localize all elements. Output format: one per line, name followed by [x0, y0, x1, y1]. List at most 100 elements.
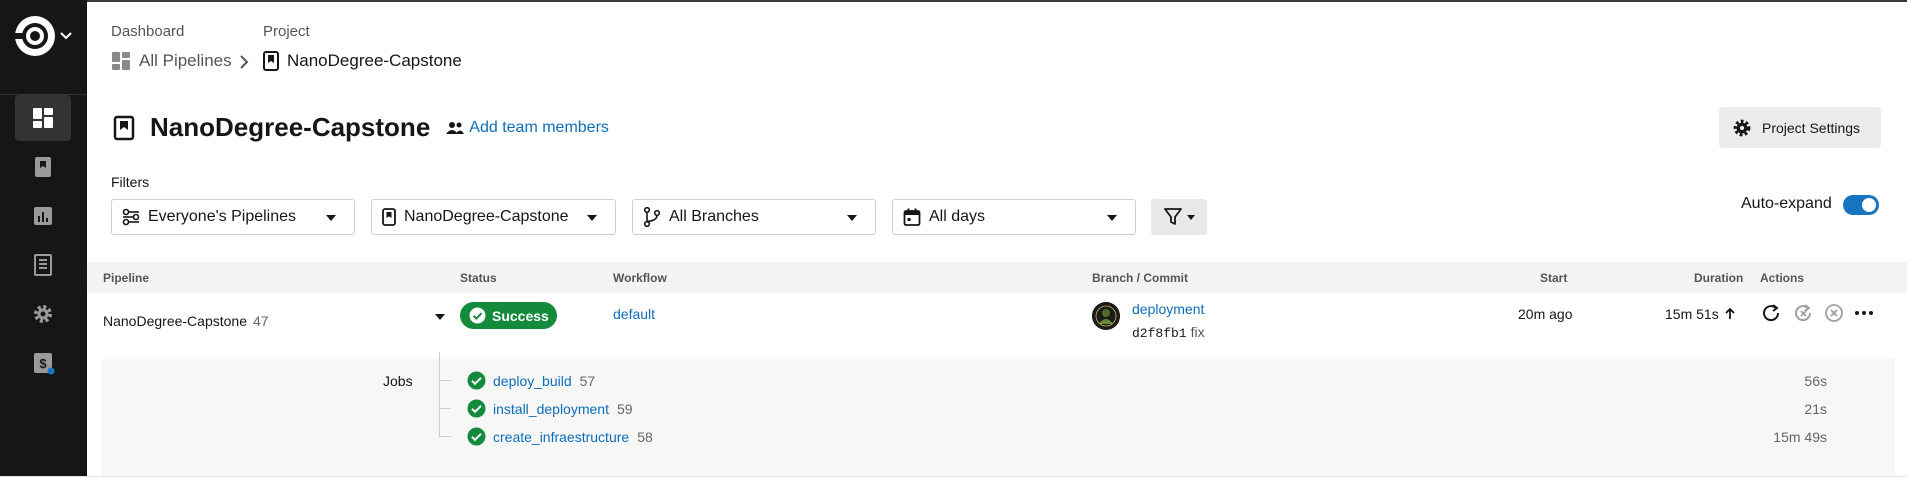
jobs-panel [102, 359, 1895, 477]
calendar-icon [903, 208, 921, 226]
tree-branch [439, 380, 451, 381]
project-filter-dropdown[interactable]: NanoDegree-Capstone [371, 199, 616, 235]
dashboard-icon [33, 108, 53, 128]
page-title: NanoDegree-Capstone [150, 112, 431, 142]
branches-filter-value: All Branches [669, 208, 759, 225]
pipelines-filter-value: Everyone's Pipelines [148, 208, 297, 225]
rerun-failed-icon [1795, 304, 1812, 322]
gear-icon [1733, 119, 1751, 136]
arrow-up-icon [1725, 308, 1735, 319]
sidebar: $ [0, 0, 87, 477]
sidebar-item-plan[interactable]: $ [15, 340, 71, 386]
cancel-icon [1825, 304, 1843, 322]
job-duration: 15m 49s [1773, 429, 1827, 445]
job-name: deploy_build [493, 372, 572, 389]
sidebar-item-dashboard[interactable] [15, 95, 71, 141]
sidebar-item-settings[interactable] [15, 291, 71, 337]
job-item[interactable]: deploy_build 57 [467, 371, 595, 390]
add-team-members-link[interactable]: Add team members [446, 119, 609, 137]
workflow-link[interactable]: default [613, 306, 655, 322]
project-icon [263, 51, 279, 71]
more-horizontal-icon [1855, 311, 1873, 315]
breadcrumb-project[interactable]: NanoDegree-Capstone [263, 51, 462, 71]
page-header: NanoDegree-Capstone Add team members [113, 112, 609, 143]
job-number: 57 [579, 372, 596, 389]
cancel-button[interactable] [1824, 303, 1844, 323]
rerun-button[interactable] [1760, 302, 1782, 324]
project-filter-icon [382, 208, 396, 226]
job-duration: 21s [1804, 401, 1827, 417]
col-duration: Duration [1694, 271, 1744, 285]
project-settings-button[interactable]: Project Settings [1719, 107, 1881, 148]
plan-icon: $ [34, 353, 55, 375]
docs-icon [34, 254, 52, 276]
branch-icon [643, 207, 661, 227]
col-actions: Actions [1760, 271, 1805, 285]
breadcrumb-all-pipelines-text: All Pipelines [139, 51, 232, 70]
table-header: Pipeline Status Workflow Branch / Commit… [87, 262, 1907, 293]
add-team-members-text: Add team members [469, 118, 609, 136]
breadcrumb-dashboard-label: Dashboard [111, 23, 185, 40]
breadcrumb-project-text: NanoDegree-Capstone [287, 51, 462, 70]
team-icon [446, 121, 465, 134]
job-number: 59 [616, 400, 633, 417]
funnel-icon [1164, 208, 1182, 225]
sidebar-item-docs[interactable] [15, 242, 71, 288]
sidebar-item-projects[interactable] [15, 144, 71, 190]
circleci-logo-icon[interactable] [14, 15, 56, 57]
chevron-down-icon [587, 215, 597, 221]
check-circle-icon [469, 307, 486, 324]
chevron-down-icon [326, 215, 336, 221]
avatar [1092, 302, 1120, 330]
check-circle-icon [467, 427, 486, 446]
branch-link[interactable]: deployment [1132, 301, 1204, 317]
pipeline-name-text: NanoDegree-Capstone [103, 313, 247, 329]
rerun-failed-button[interactable] [1792, 302, 1814, 324]
pipelines-icon [112, 52, 130, 70]
pipeline-number: 47 [252, 313, 269, 329]
col-branch-commit: Branch / Commit [1092, 271, 1189, 285]
check-circle-icon [467, 371, 486, 390]
advanced-filter-button[interactable] [1151, 199, 1207, 235]
commit-hash: d2f8fb1 [1132, 326, 1187, 341]
pipeline-name[interactable]: NanoDegree-Capstone 47 [103, 313, 269, 329]
project-settings-label: Project Settings [1762, 119, 1861, 136]
chevron-right-icon [240, 55, 249, 69]
tree-branch [439, 436, 451, 437]
more-options-button[interactable] [1854, 303, 1874, 323]
pipelines-filter-dropdown[interactable]: Everyone's Pipelines [111, 199, 355, 235]
start-time: 20m ago [1518, 306, 1573, 322]
auto-expand-toggle[interactable] [1843, 195, 1879, 215]
col-pipeline: Pipeline [103, 271, 150, 285]
status-badge-text: Success [492, 307, 549, 324]
toggle-knob [1862, 198, 1876, 212]
commit-info[interactable]: d2f8fb1 fix [1132, 324, 1205, 341]
status-badge[interactable]: Success [460, 302, 557, 329]
insights-icon [34, 207, 52, 225]
col-start: Start [1540, 271, 1568, 285]
job-item[interactable]: create_infraestructure 58 [467, 427, 653, 446]
breadcrumb-all-pipelines[interactable]: All Pipelines [111, 51, 232, 71]
job-name: install_deployment [493, 400, 609, 417]
projects-icon [35, 157, 51, 177]
tree-line [439, 352, 440, 436]
duration-value: 15m 51s [1665, 306, 1719, 322]
project-bookmark-icon [113, 115, 135, 140]
sidebar-item-insights[interactable] [15, 193, 71, 239]
days-filter-value: All days [929, 208, 986, 225]
chevron-down-icon [1187, 214, 1195, 220]
col-workflow: Workflow [613, 271, 667, 285]
breadcrumb-project-label: Project [263, 23, 310, 40]
commit-message: fix [1190, 324, 1205, 340]
job-item[interactable]: install_deployment 59 [467, 399, 633, 418]
job-name: create_infraestructure [493, 428, 630, 445]
job-duration: 56s [1804, 373, 1827, 389]
auto-expand-label: Auto-expand [1741, 195, 1832, 212]
row-expand-chevron-icon[interactable] [435, 314, 445, 320]
branches-filter-dropdown[interactable]: All Branches [632, 199, 876, 235]
org-chevron-down-icon[interactable] [60, 32, 72, 40]
rerun-icon [1763, 304, 1780, 322]
days-filter-dropdown[interactable]: All days [892, 199, 1136, 235]
col-status: Status [460, 271, 497, 285]
row-actions [1760, 302, 1884, 324]
